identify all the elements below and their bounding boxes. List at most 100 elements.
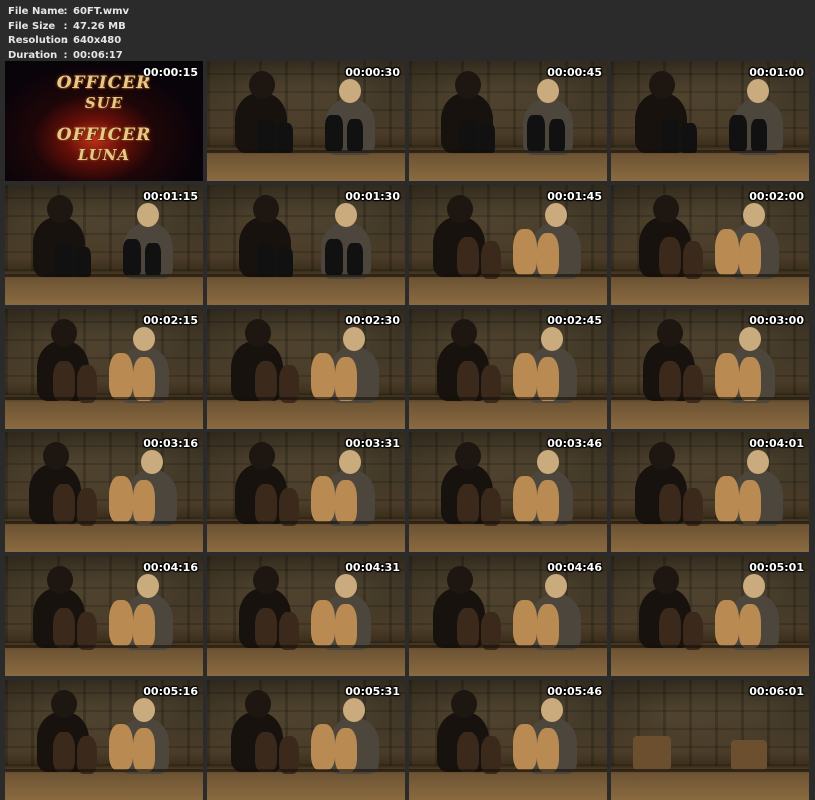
boot-shape xyxy=(347,242,363,275)
thumbnail-timestamp: 00:01:45 xyxy=(547,189,602,203)
feet-shape xyxy=(715,476,739,523)
video-thumbnail[interactable]: 00:02:15 xyxy=(5,308,203,429)
feet-shape xyxy=(481,364,501,403)
video-frame-image xyxy=(409,556,607,677)
head-right-shape xyxy=(137,202,159,227)
video-thumbnail[interactable]: 00:03:00 xyxy=(611,308,809,429)
feet-shape xyxy=(311,352,335,399)
video-thumbnail[interactable]: 00:01:00 xyxy=(611,61,809,181)
feet-shape xyxy=(739,604,761,649)
feet-shape xyxy=(659,360,681,401)
head-right-shape xyxy=(545,574,567,599)
video-frame-image xyxy=(611,308,809,429)
video-frame-image xyxy=(207,432,405,553)
thumbnail-timestamp: 00:04:16 xyxy=(143,561,198,575)
feet-shape xyxy=(683,488,703,527)
video-frame-image xyxy=(5,556,203,677)
head-right-shape xyxy=(335,202,357,227)
video-frame-image xyxy=(409,432,607,553)
video-thumbnail[interactable]: 00:04:16 xyxy=(5,556,203,677)
feet-shape xyxy=(279,364,299,403)
thumbnail-timestamp: 00:02:00 xyxy=(749,189,804,203)
head-left-shape xyxy=(249,71,275,99)
head-left-shape xyxy=(47,566,73,595)
title-card-text: LUNA xyxy=(77,146,131,164)
video-thumbnail[interactable]: 00:01:15 xyxy=(5,184,203,305)
video-frame-image xyxy=(207,308,405,429)
video-thumbnail[interactable]: 00:01:30 xyxy=(207,184,405,305)
feet-shape xyxy=(537,604,559,649)
head-right-shape xyxy=(335,574,357,599)
feet-shape xyxy=(53,731,75,772)
boot-shape xyxy=(277,123,293,153)
thumbnail-timestamp: 00:06:01 xyxy=(749,684,804,698)
video-thumbnail[interactable]: 00:04:46 xyxy=(409,556,607,677)
chair-shape xyxy=(731,739,767,770)
video-thumbnail[interactable]: 00:05:31 xyxy=(207,679,405,800)
resolution-row: Resolution : 640x480 xyxy=(8,34,129,49)
thumbnail-timestamp: 00:04:31 xyxy=(345,561,400,575)
title-card-text: OFFICER xyxy=(56,125,152,145)
video-thumbnail[interactable]: 00:02:00 xyxy=(611,184,809,305)
boot-shape xyxy=(347,119,363,151)
feet-shape xyxy=(683,612,703,651)
feet-shape xyxy=(255,484,277,525)
boot-shape xyxy=(681,123,697,153)
video-frame-image xyxy=(611,556,809,677)
head-left-shape xyxy=(657,318,683,347)
thumbnail-timestamp: 00:03:31 xyxy=(345,437,400,451)
feet-shape xyxy=(683,364,703,403)
video-frame-image xyxy=(409,61,607,181)
video-thumbnail[interactable]: 00:00:30 xyxy=(207,61,405,181)
video-thumbnail[interactable]: 00:03:46 xyxy=(409,432,607,553)
thumbnail-timestamp: 00:04:01 xyxy=(749,437,804,451)
video-thumbnail[interactable]: 00:06:01 xyxy=(611,679,809,800)
feet-shape xyxy=(255,731,277,772)
feet-shape xyxy=(481,735,501,774)
video-thumbnail[interactable]: 00:04:31 xyxy=(207,556,405,677)
video-thumbnail[interactable]: 00:03:31 xyxy=(207,432,405,553)
feet-shape xyxy=(513,723,537,770)
boot-shape xyxy=(257,119,275,153)
boot-shape xyxy=(325,115,343,151)
video-thumbnail[interactable]: 00:02:30 xyxy=(207,308,405,429)
video-thumbnail[interactable]: 00:02:45 xyxy=(409,308,607,429)
feet-shape xyxy=(335,727,357,772)
thumbnail-timestamp: 00:02:15 xyxy=(143,313,198,327)
head-right-shape xyxy=(137,574,159,599)
separator: : xyxy=(63,35,68,46)
feet-shape xyxy=(537,727,559,772)
video-thumbnail[interactable]: 00:05:46 xyxy=(409,679,607,800)
feet-shape xyxy=(715,600,739,647)
file-info-panel: File Name : 60FT.wmv File Size : 47.26 M… xyxy=(8,5,129,63)
video-frame-image xyxy=(409,679,607,800)
video-thumbnail[interactable]: 00:00:45 xyxy=(409,61,607,181)
head-right-shape xyxy=(343,326,365,351)
head-left-shape xyxy=(253,194,279,223)
feet-shape xyxy=(537,356,559,401)
video-thumbnail[interactable]: 00:05:01 xyxy=(611,556,809,677)
video-thumbnail[interactable]: 00:01:45 xyxy=(409,184,607,305)
head-right-shape xyxy=(743,202,765,227)
feet-shape xyxy=(739,232,761,277)
video-thumbnail[interactable]: 00:04:01 xyxy=(611,432,809,553)
feet-shape xyxy=(255,608,277,649)
feet-shape xyxy=(659,608,681,649)
video-frame-image xyxy=(409,308,607,429)
thumbnail-timestamp: 00:00:45 xyxy=(547,66,602,79)
title-card-image: OFFICER SUE OFFICER LUNA xyxy=(5,61,203,181)
boot-shape xyxy=(257,242,275,277)
feet-shape xyxy=(715,352,739,399)
feet-shape xyxy=(537,480,559,525)
thumbnail-grid: OFFICER SUE OFFICER LUNA 00:00:15 00:00:30 00:… xyxy=(5,61,809,800)
video-thumbnail[interactable]: OFFICER SUE OFFICER LUNA 00:00:15 xyxy=(5,61,203,181)
video-thumbnail[interactable]: 00:03:16 xyxy=(5,432,203,553)
file-size-value: 47.26 MB xyxy=(73,20,126,32)
video-thumbnail[interactable]: 00:05:16 xyxy=(5,679,203,800)
video-frame-image xyxy=(611,679,809,800)
video-frame-image xyxy=(611,61,809,181)
feet-shape xyxy=(109,600,133,647)
boot-shape xyxy=(549,119,565,151)
head-left-shape xyxy=(451,689,477,718)
video-frame-image xyxy=(207,61,405,181)
